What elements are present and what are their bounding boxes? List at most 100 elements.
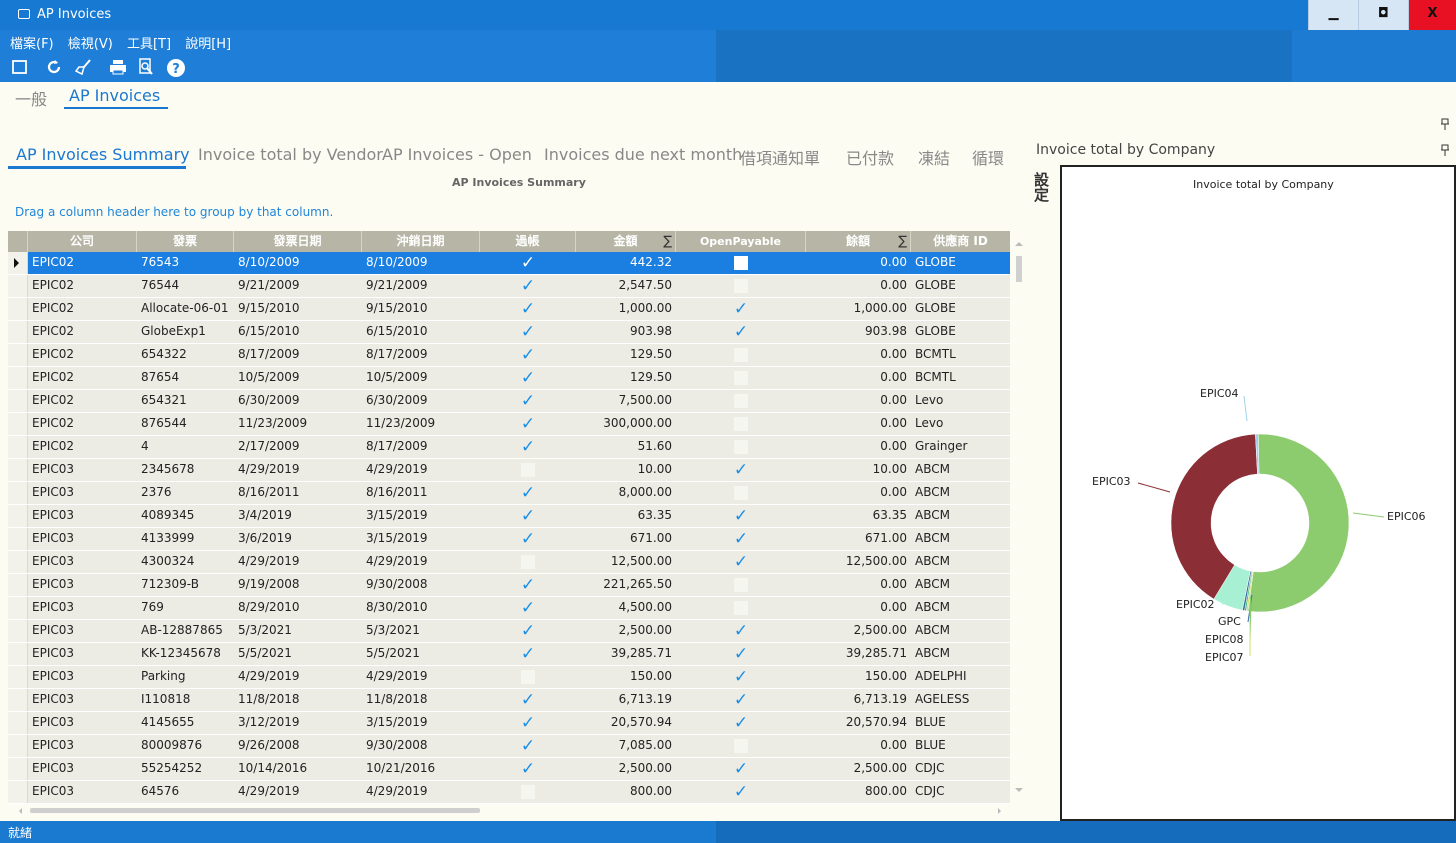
cell-invoice[interactable]: 654322 (137, 344, 234, 366)
cell-invoice[interactable]: 80009876 (137, 735, 234, 757)
cell-amount[interactable]: 129.50 (576, 344, 676, 366)
subtab-invoice-total-by-vendor[interactable]: Invoice total by Vendor (198, 145, 383, 164)
table-row[interactable]: EPIC03 712309-B 9/19/2008 9/30/2008 ✓ 221,265… (8, 574, 1010, 597)
cell-balance[interactable]: 0.00 (806, 735, 911, 757)
checkbox-checked-posted[interactable]: ✓ (480, 735, 576, 757)
cell-company[interactable]: EPIC02 (28, 390, 137, 412)
subtab-frozen[interactable]: 凍結 (918, 145, 950, 169)
checkbox-checked-posted[interactable]: ✓ (480, 643, 576, 665)
cell-invoice[interactable]: 2345678 (137, 459, 234, 481)
cell-apply-date[interactable]: 8/16/2011 (362, 482, 480, 504)
table-row[interactable]: EPIC03 4145655 3/12/2019 3/15/2019 ✓ 20,570.9… (8, 712, 1010, 735)
row-selector[interactable] (8, 781, 28, 803)
cell-invoice-date[interactable]: 3/12/2019 (234, 712, 362, 734)
cell-open-payable[interactable] (676, 574, 806, 596)
menu-file[interactable]: 檔案(F) (10, 37, 54, 52)
cell-open-payable[interactable] (676, 252, 806, 274)
checkbox-checked-posted[interactable]: ✓ (480, 482, 576, 504)
cell-company[interactable]: EPIC03 (28, 505, 137, 527)
row-selector[interactable] (8, 620, 28, 642)
cell-supplier-id[interactable]: Levo (911, 413, 1010, 435)
cell-apply-date[interactable]: 9/15/2010 (362, 298, 480, 320)
cell-amount[interactable]: 221,265.50 (576, 574, 676, 596)
checkbox-checked-posted[interactable]: ✓ (480, 298, 576, 320)
cell-invoice-date[interactable]: 10/5/2009 (234, 367, 362, 389)
cell-supplier-id[interactable]: BLUE (911, 735, 1010, 757)
cell-supplier-id[interactable]: BLUE (911, 712, 1010, 734)
cell-apply-date[interactable]: 9/21/2009 (362, 275, 480, 297)
row-selector[interactable] (8, 413, 28, 435)
cell-invoice-date[interactable]: 8/17/2009 (234, 344, 362, 366)
checkbox-checked-posted[interactable]: ✓ (480, 620, 576, 642)
table-row[interactable]: EPIC02 87654 10/5/2009 10/5/2009 ✓ 129.50 0.00… (8, 367, 1010, 390)
cell-supplier-id[interactable]: ADELPHI (911, 666, 1010, 688)
row-selector[interactable] (8, 321, 28, 343)
checkbox-checked-posted[interactable]: ✓ (480, 597, 576, 619)
checkbox-checked-open-payable[interactable]: ✓ (676, 620, 806, 642)
cell-balance[interactable]: 150.00 (806, 666, 911, 688)
table-row[interactable]: EPIC03 4089345 3/4/2019 3/15/2019 ✓ 63.35 ✓ 63.… (8, 505, 1010, 528)
cell-balance[interactable]: 800.00 (806, 781, 911, 803)
cell-company[interactable]: EPIC03 (28, 620, 137, 642)
cell-invoice[interactable]: 64576 (137, 781, 234, 803)
tab-ap-invoices[interactable]: AP Invoices (64, 86, 169, 109)
table-row[interactable]: EPIC02 4 2/17/2009 8/17/2009 ✓ 51.60 0.00 Grain… (8, 436, 1010, 459)
cell-balance[interactable]: 6,713.19 (806, 689, 911, 711)
cell-amount[interactable]: 7,500.00 (576, 390, 676, 412)
cell-company[interactable]: EPIC02 (28, 367, 137, 389)
table-row[interactable]: EPIC03 4133999 3/6/2019 3/15/2019 ✓ 671.00 ✓ 67… (8, 528, 1010, 551)
cell-invoice[interactable]: AB-12887865 (137, 620, 234, 642)
cell-apply-date[interactable]: 10/21/2016 (362, 758, 480, 780)
row-selector[interactable] (8, 666, 28, 688)
cell-company[interactable]: EPIC02 (28, 436, 137, 458)
cell-amount[interactable]: 20,570.94 (576, 712, 676, 734)
cell-supplier-id[interactable]: Levo (911, 390, 1010, 412)
cell-invoice-date[interactable]: 6/15/2010 (234, 321, 362, 343)
cell-supplier-id[interactable]: ABCM (911, 597, 1010, 619)
checkbox-unchecked[interactable] (521, 785, 535, 799)
cell-company[interactable]: EPIC03 (28, 712, 137, 734)
cell-apply-date[interactable]: 8/10/2009 (362, 252, 480, 274)
row-selector[interactable] (8, 574, 28, 596)
cell-amount[interactable]: 1,000.00 (576, 298, 676, 320)
cell-supplier-id[interactable]: BCMTL (911, 344, 1010, 366)
row-selector[interactable] (8, 551, 28, 573)
cell-balance[interactable]: 903.98 (806, 321, 911, 343)
cell-open-payable[interactable] (676, 367, 806, 389)
cell-supplier-id[interactable]: ABCM (911, 643, 1010, 665)
cell-invoice[interactable]: I110818 (137, 689, 234, 711)
cell-balance[interactable]: 0.00 (806, 367, 911, 389)
group-by-hint[interactable]: Drag a column header here to group by th… (15, 205, 333, 219)
checkbox-unchecked[interactable] (734, 256, 748, 270)
cell-company[interactable]: EPIC03 (28, 528, 137, 550)
cell-company[interactable]: EPIC03 (28, 551, 137, 573)
cell-amount[interactable]: 39,285.71 (576, 643, 676, 665)
cell-company[interactable]: EPIC03 (28, 643, 137, 665)
cell-invoice-date[interactable]: 4/29/2019 (234, 781, 362, 803)
cell-invoice-date[interactable]: 6/30/2009 (234, 390, 362, 412)
column-header-open-payable[interactable]: OpenPayable (676, 231, 806, 252)
cell-apply-date[interactable]: 9/30/2008 (362, 574, 480, 596)
cell-invoice[interactable]: 654321 (137, 390, 234, 412)
cell-balance[interactable]: 20,570.94 (806, 712, 911, 734)
column-header-apply-date[interactable]: 沖銷日期 (362, 231, 480, 252)
cell-amount[interactable]: 6,713.19 (576, 689, 676, 711)
cell-balance[interactable]: 10.00 (806, 459, 911, 481)
cell-invoice[interactable]: 4089345 (137, 505, 234, 527)
cell-company[interactable]: EPIC03 (28, 758, 137, 780)
cell-amount[interactable]: 903.98 (576, 321, 676, 343)
row-selector[interactable] (8, 482, 28, 504)
cell-balance[interactable]: 0.00 (806, 413, 911, 435)
cell-invoice[interactable]: 712309-B (137, 574, 234, 596)
cell-invoice-date[interactable]: 5/5/2021 (234, 643, 362, 665)
cell-invoice[interactable]: GlobeExp1 (137, 321, 234, 343)
checkbox-checked-posted[interactable]: ✓ (480, 689, 576, 711)
cell-open-payable[interactable] (676, 482, 806, 504)
grid-horizontal-scrollbar[interactable] (18, 806, 1008, 816)
cell-amount[interactable]: 150.00 (576, 666, 676, 688)
row-selector[interactable] (8, 344, 28, 366)
checkbox-unchecked[interactable] (734, 279, 748, 293)
subtab-invoices-due-next-month[interactable]: Invoices due next month (544, 145, 742, 164)
cell-invoice-date[interactable]: 9/21/2009 (234, 275, 362, 297)
cell-apply-date[interactable]: 8/30/2010 (362, 597, 480, 619)
